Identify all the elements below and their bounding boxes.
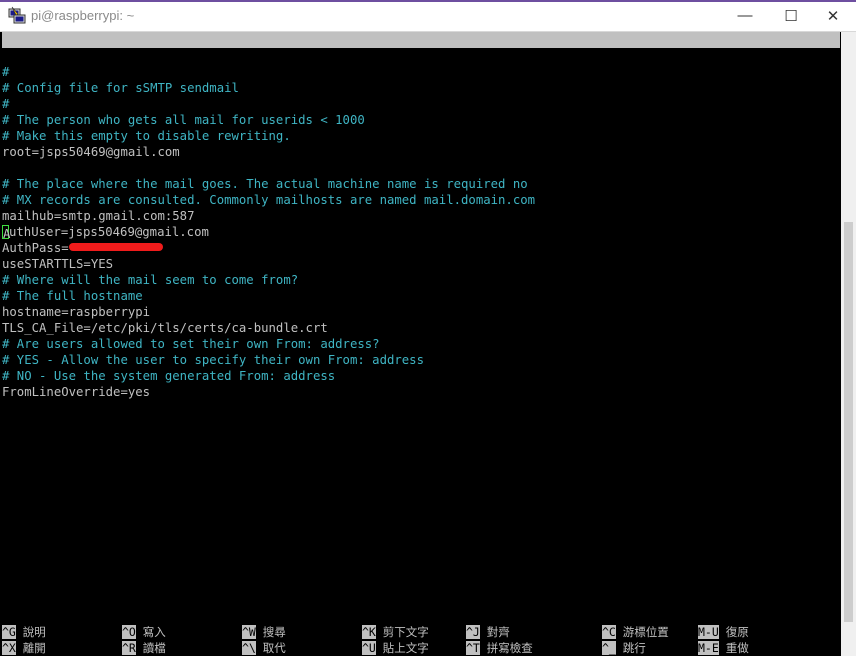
comment-line: # NO - Use the system generated From: ad… [2, 369, 336, 383]
shortcut-key: M-U [698, 625, 719, 639]
config-line: AuthPass= [2, 240, 840, 256]
comment-line: # Config file for sSMTP sendmail [2, 81, 239, 95]
shortcut-key: ^K [362, 625, 376, 639]
shortcut-label: 跳行 [615, 641, 646, 655]
shortcut-item: ^J 對齊 [466, 624, 510, 640]
config-line: useSTARTTLS=YES [2, 257, 114, 271]
comment-line: # YES - Allow the user to specify their … [2, 353, 424, 367]
config-line: TLS_CA_File=/etc/pki/tls/certs/ca-bundle… [2, 321, 328, 335]
shortcut-item: M-U 復原 [698, 624, 749, 640]
minimize-button[interactable]: — [722, 0, 768, 31]
shortcut-label: 游標位置 [615, 625, 669, 639]
close-button[interactable]: ✕ [810, 0, 856, 31]
text-cursor: A [2, 225, 11, 241]
shortcut-key: ^\ [242, 641, 256, 655]
comment-line: # MX records are consulted. Commonly mai… [2, 193, 536, 207]
shortcut-label: 讀檔 [135, 641, 166, 655]
line-text: AuthPass= [2, 241, 69, 255]
shortcut-key: ^R [122, 641, 136, 655]
putty-icon[interactable] [8, 6, 26, 24]
shortcut-label: 剪下文字 [375, 625, 429, 639]
shortcut-key: ^U [362, 641, 376, 655]
shortcut-item: ^O 寫入 [122, 624, 166, 640]
shortcut-label: 取代 [255, 641, 286, 655]
shortcut-item: ^\ 取代 [242, 640, 286, 656]
shortcut-label: 離開 [15, 641, 46, 655]
shortcut-label: 對齊 [479, 625, 510, 639]
shortcut-item: ^W 搜尋 [242, 624, 286, 640]
file-content[interactable]: # # Config file for sSMTP sendmail # # The … [2, 64, 840, 400]
comment-line: # [2, 97, 10, 111]
shortcut-label: 拼寫檢查 [479, 641, 533, 655]
vertical-scrollbar[interactable] [841, 32, 856, 656]
shortcut-bar: ^G 說明 ^O 寫入 ^W 搜尋 ^K 剪下文字 ^J 對齊 ^C 游標位置 M-U 復原… [2, 624, 840, 656]
shortcut-label: 重做 [718, 641, 749, 655]
shortcut-key: ^G [2, 625, 16, 639]
config-line: hostname=raspberrypi [2, 305, 151, 319]
shortcut-item: ^K 剪下文字 [362, 624, 429, 640]
shortcut-label: 貼上文字 [375, 641, 429, 655]
comment-line: # Where will the mail seem to come from? [2, 273, 299, 287]
window-title-bar: pi@raspberrypi: ~ — ☐ ✕ [0, 0, 856, 32]
shortcut-key: M-E [698, 641, 719, 655]
shortcut-key: ^C [602, 625, 616, 639]
nano-version: GNU nano 3.2 [18, 49, 107, 63]
shortcut-key: ^T [466, 641, 480, 655]
shortcut-label: 復原 [718, 625, 749, 639]
comment-line: # The full hostname [2, 289, 143, 303]
maximize-button[interactable]: ☐ [768, 0, 814, 31]
shortcut-item: ^U 貼上文字 [362, 640, 429, 656]
nano-header-bar: GNU nano 3.2 /etc/ssmtp/ssmtp.conf [2, 32, 840, 79]
shortcut-key: ^X [2, 641, 16, 655]
config-line [2, 160, 840, 176]
config-line: FromLineOverride=yes [2, 385, 151, 399]
window-title: pi@raspberrypi: ~ [31, 8, 135, 23]
comment-line: # Make this empty to disable rewriting. [2, 129, 291, 143]
shortcut-item: ^T 拼寫檢查 [466, 640, 533, 656]
config-line: mailhub=smtp.gmail.com:587 [2, 209, 195, 223]
comment-line: # [2, 65, 10, 79]
comment-line: # The place where the mail goes. The act… [2, 177, 528, 191]
comment-line: # The person who gets all mail for useri… [2, 113, 365, 127]
shortcut-label: 搜尋 [255, 625, 286, 639]
shortcut-item: ^G 說明 [2, 624, 46, 640]
shortcut-key: ^O [122, 625, 136, 639]
shortcut-label: 寫入 [135, 625, 166, 639]
shortcut-item: M-E 重做 [698, 640, 749, 656]
config-line: root=jsps50469@gmail.com [2, 145, 180, 159]
shortcut-key: ^_ [602, 641, 616, 655]
shortcut-item: ^X 離開 [2, 640, 46, 656]
shortcut-key: ^W [242, 625, 256, 639]
scrollbar-thumb[interactable] [844, 222, 853, 622]
shortcut-item: ^_ 跳行 [602, 640, 646, 656]
shortcut-item: ^R 讀檔 [122, 640, 166, 656]
config-line: AuthUser=jsps50469@gmail.com [2, 224, 840, 241]
shortcut-label: 說明 [15, 625, 46, 639]
comment-line: # Are users allowed to set their own Fro… [2, 337, 380, 351]
shortcut-item: ^C 游標位置 [602, 624, 669, 640]
line-text: uthUser=jsps50469@gmail.com [9, 225, 209, 239]
shortcut-key: ^J [466, 625, 480, 639]
password-redaction [68, 243, 163, 251]
